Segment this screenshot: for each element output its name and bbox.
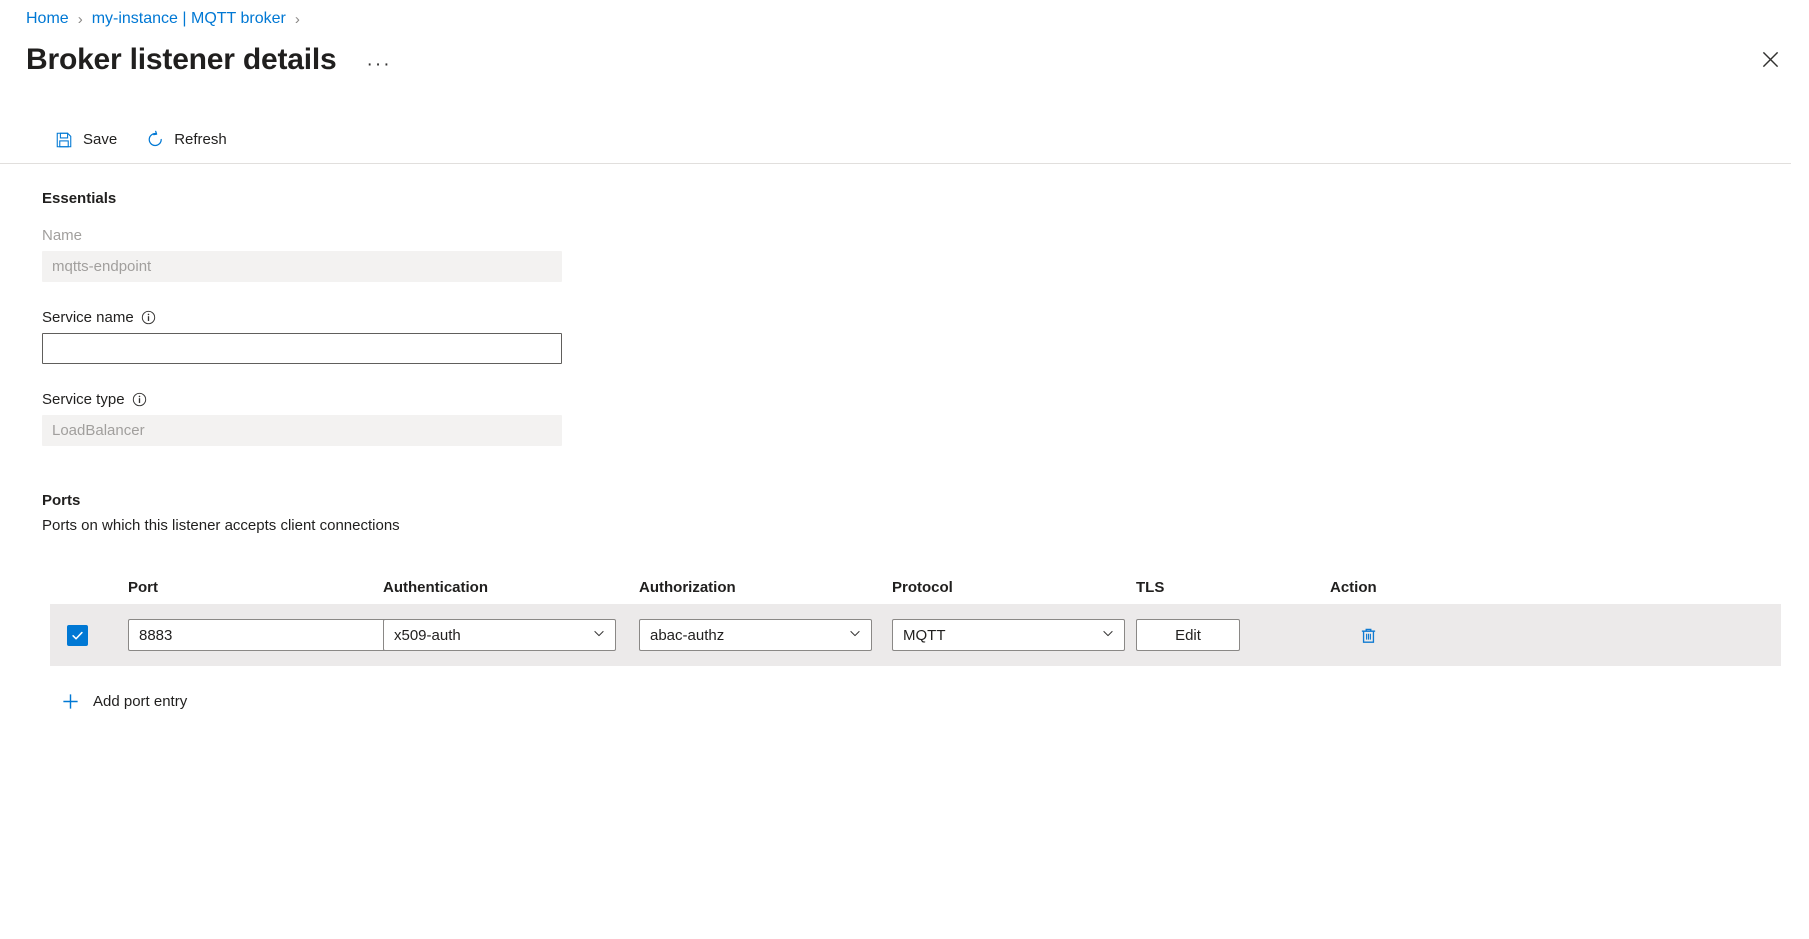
protocol-select[interactable]: MQTT: [892, 619, 1125, 651]
row-tls-cell: Edit: [1136, 619, 1330, 651]
row-action-cell: [1330, 619, 1490, 651]
ports-table-header: Port Authentication Authorization Protoc…: [50, 570, 1781, 604]
ports-table: Port Authentication Authorization Protoc…: [50, 570, 1781, 666]
column-header-protocol: Protocol: [892, 579, 1136, 596]
ports-heading: Ports: [42, 492, 1809, 509]
add-port-entry-label: Add port entry: [93, 693, 187, 710]
refresh-button-label: Refresh: [174, 131, 227, 148]
info-icon[interactable]: [132, 392, 147, 407]
column-header-authorization: Authorization: [639, 579, 892, 596]
main-content: Essentials Name Service name Service typ…: [0, 164, 1809, 715]
refresh-icon: [145, 130, 165, 150]
page-header: Broker listener details ···: [0, 30, 1809, 84]
row-port-cell: [128, 619, 383, 651]
table-row: x509-auth abac-authz: [50, 604, 1781, 666]
name-label: Name: [42, 227, 1809, 244]
authorization-select-value: abac-authz: [650, 627, 724, 644]
row-checkbox[interactable]: [67, 625, 88, 646]
info-icon[interactable]: [141, 310, 156, 325]
row-select-cell: [50, 625, 128, 646]
service-name-input[interactable]: [42, 333, 562, 364]
authentication-select-value: x509-auth: [394, 627, 461, 644]
chevron-down-icon: [1101, 626, 1115, 644]
trash-icon[interactable]: [1352, 619, 1384, 651]
ports-description: Ports on which this listener accepts cli…: [42, 517, 1809, 534]
breadcrumb: Home › my-instance | MQTT broker ›: [0, 0, 1809, 30]
column-header-action: Action: [1330, 579, 1490, 596]
field-service-name: Service name: [42, 309, 1809, 364]
column-header-port: Port: [128, 579, 383, 596]
ports-section: Ports Ports on which this listener accep…: [42, 492, 1809, 715]
close-icon[interactable]: [1753, 42, 1787, 76]
row-authentication-cell: x509-auth: [383, 619, 639, 651]
port-input[interactable]: [128, 619, 394, 651]
breadcrumb-item-home[interactable]: Home: [26, 10, 69, 28]
field-service-type: Service type: [42, 391, 1809, 446]
row-authorization-cell: abac-authz: [639, 619, 892, 651]
chevron-down-icon: [848, 626, 862, 644]
row-protocol-cell: MQTT: [892, 619, 1136, 651]
add-port-entry-button[interactable]: Add port entry: [61, 688, 193, 715]
more-options-button[interactable]: ···: [361, 55, 398, 75]
page-title: Broker listener details: [26, 41, 337, 79]
field-name: Name: [42, 227, 1809, 282]
chevron-down-icon: [592, 626, 606, 644]
service-name-label-text: Service name: [42, 309, 134, 326]
authorization-select[interactable]: abac-authz: [639, 619, 872, 651]
service-name-label: Service name: [42, 309, 1809, 326]
plus-icon: [61, 692, 80, 711]
column-header-authentication: Authentication: [383, 579, 639, 596]
service-type-label-text: Service type: [42, 391, 125, 408]
refresh-button[interactable]: Refresh: [141, 123, 237, 157]
save-button-label: Save: [83, 131, 117, 148]
column-header-tls: TLS: [1136, 579, 1330, 596]
tls-edit-button[interactable]: Edit: [1136, 619, 1240, 651]
service-type-label: Service type: [42, 391, 1809, 408]
name-input: [42, 251, 562, 282]
protocol-select-value: MQTT: [903, 627, 946, 644]
name-label-text: Name: [42, 227, 82, 244]
breadcrumb-separator: ›: [295, 11, 300, 28]
breadcrumb-item-my-instance[interactable]: my-instance | MQTT broker: [92, 10, 286, 28]
breadcrumb-separator: ›: [78, 11, 83, 28]
command-bar: Save Refresh: [0, 116, 1791, 164]
save-icon: [54, 130, 74, 150]
save-button[interactable]: Save: [50, 123, 127, 157]
authentication-select[interactable]: x509-auth: [383, 619, 616, 651]
service-type-input: [42, 415, 562, 446]
essentials-heading: Essentials: [42, 190, 1809, 207]
